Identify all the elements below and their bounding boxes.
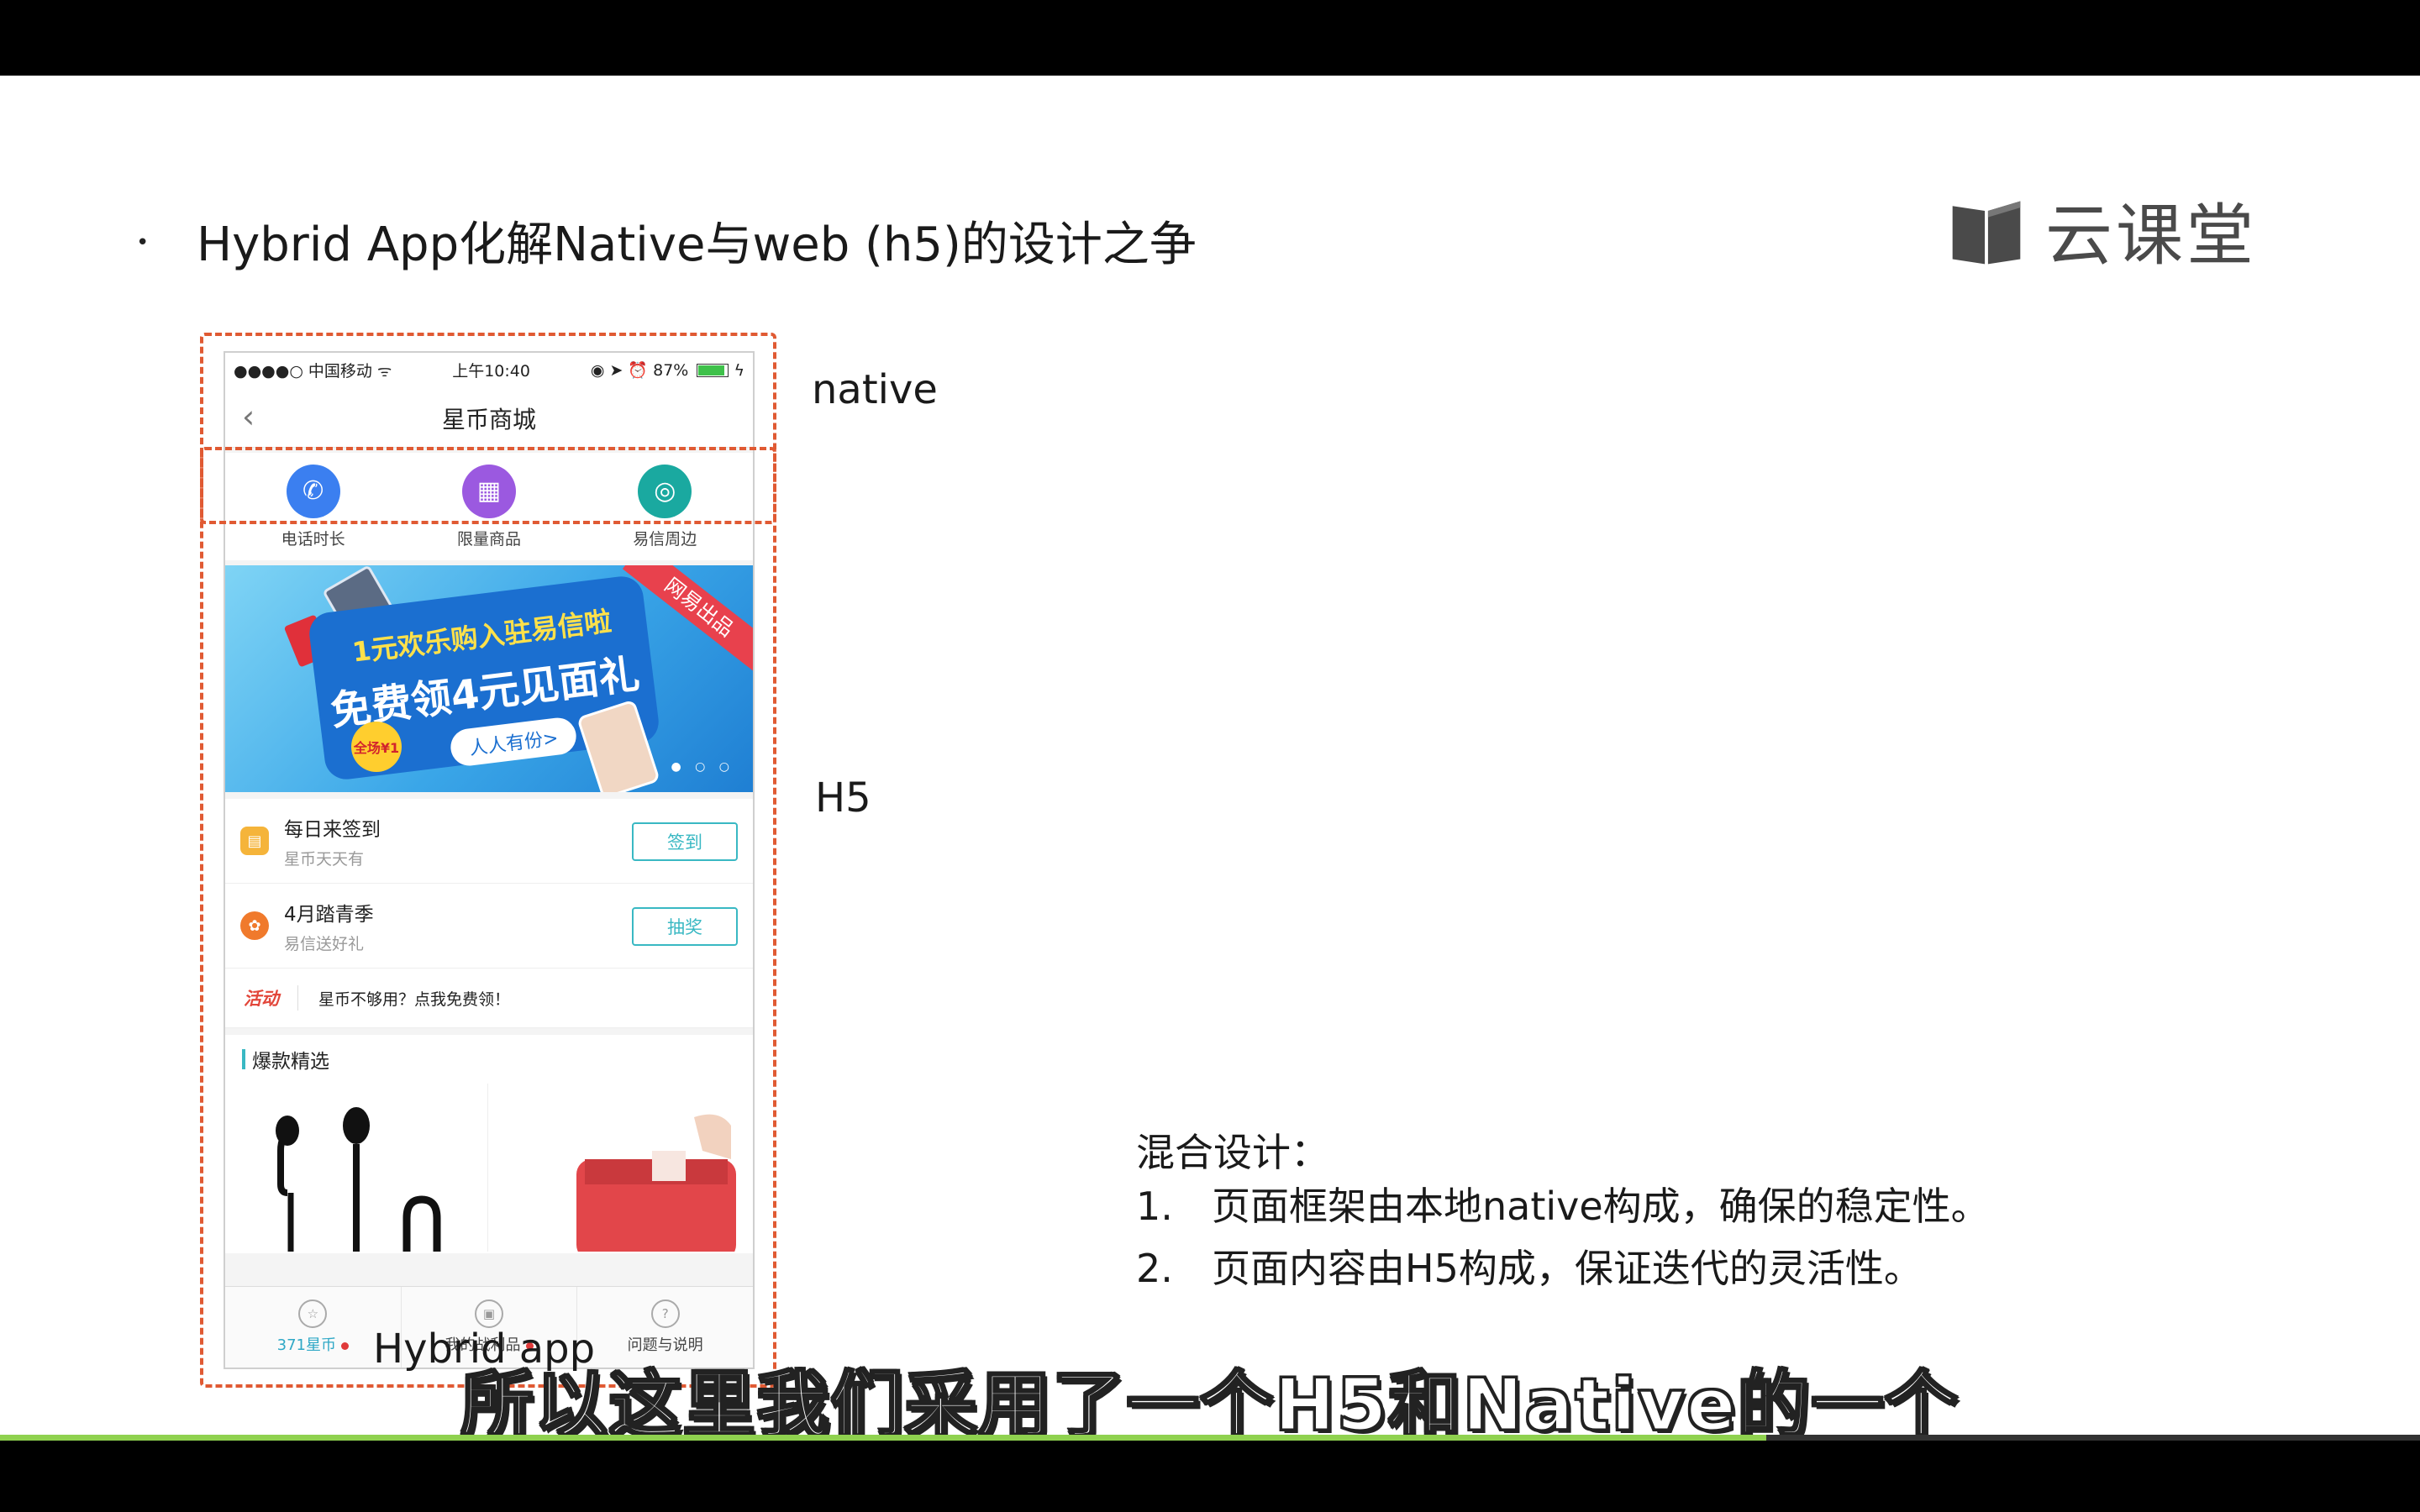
mixed-item-2: 2. 页面内容由H5构成，保证迭代的灵活性。 <box>1136 1238 1923 1294</box>
mixed-design-title: 混合设计： <box>1136 1130 1329 1175</box>
logo-text: 云课堂 <box>2045 197 2257 275</box>
logo: 云课堂 <box>1946 188 2257 275</box>
mixed-item-1: 1. 页面框架由本地native构成，确保的稳定性。 <box>1136 1176 1990 1231</box>
list-text: 页面内容由H5构成，保证迭代的灵活性。 <box>1212 1246 1923 1291</box>
list-number: 1. <box>1136 1184 1173 1229</box>
bullet-dot: • <box>136 230 150 255</box>
list-number: 2. <box>1136 1246 1173 1291</box>
h5-label: H5 <box>815 774 871 822</box>
book-icon <box>1952 201 2021 265</box>
video-progress-track[interactable] <box>0 1435 2420 1441</box>
slide: • Hybrid App化解Native与web (h5)的设计之争 云课堂 ●… <box>0 76 2420 1435</box>
list-text: 页面框架由本地native构成，确保的稳定性。 <box>1212 1184 1990 1229</box>
h5-region-outline <box>200 447 776 1388</box>
video-bottom-bar <box>0 1435 2420 1512</box>
slide-title: Hybrid App化解Native与web (h5)的设计之争 <box>197 218 1197 272</box>
video-progress-fill <box>0 1435 1767 1441</box>
video-top-bar <box>0 0 2420 76</box>
native-label: native <box>812 366 938 413</box>
